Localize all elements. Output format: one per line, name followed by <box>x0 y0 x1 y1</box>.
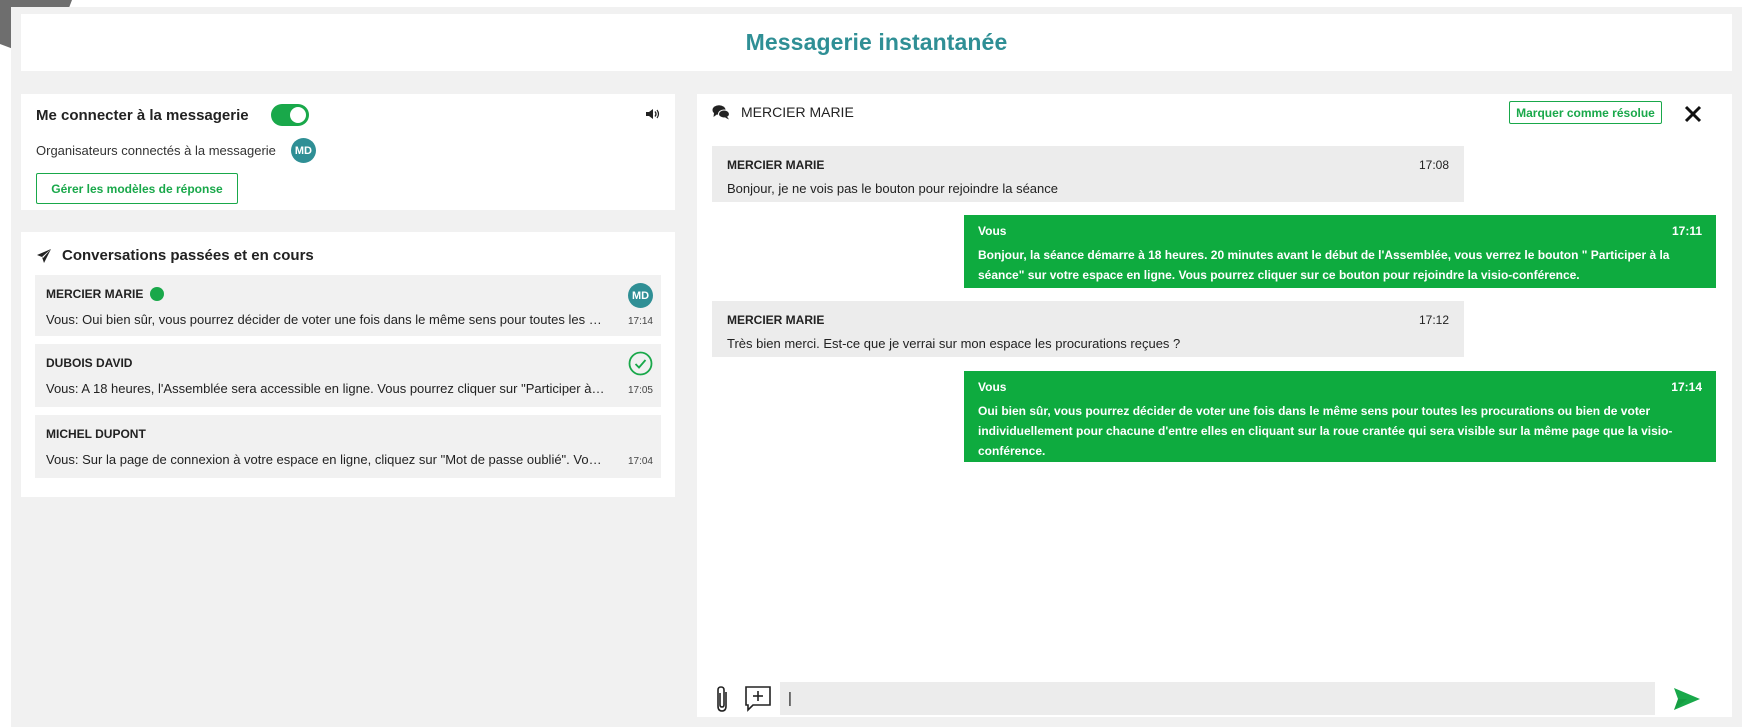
send-icon[interactable] <box>1673 685 1701 713</box>
assignee-avatar: MD <box>628 283 653 308</box>
conversations-header: Conversations passées et en cours <box>36 247 314 264</box>
conversation-time: 17:14 <box>627 316 653 327</box>
organizers-label: Organisateurs connectés à la messagerie <box>36 143 276 158</box>
connection-toggle-label: Me connecter à la messagerie <box>36 106 249 124</box>
message-header: Vous 17:11 <box>978 221 1702 241</box>
manage-templates-button[interactable]: Gérer les modèles de réponse <box>36 173 238 204</box>
page-title: Messagerie instantanée <box>745 29 1008 55</box>
message-text: Très bien merci. Est-ce que je verrai su… <box>727 336 1181 351</box>
chat-bubbles-icon <box>712 105 730 120</box>
message-composer <box>712 680 1717 717</box>
conversation-preview: Vous: Sur la page de connexion à votre e… <box>46 452 608 467</box>
message-incoming: MERCIER MARIE 17:12 Très bien merci. Est… <box>712 301 1464 357</box>
connection-toggle[interactable] <box>270 104 309 126</box>
conversations-panel: Conversations passées et en cours MERCIE… <box>21 232 675 497</box>
conversation-item-dubois-david[interactable]: DUBOIS DAVID Vous: A 18 heures, l'Assemb… <box>35 344 661 407</box>
resolved-check-icon <box>628 351 653 376</box>
conversation-name-row: MERCIER MARIE <box>46 287 165 301</box>
message-time: 17:08 <box>1418 158 1449 172</box>
conversation-name-row: DUBOIS DAVID <box>46 356 132 370</box>
organizer-avatar: MD <box>290 138 316 163</box>
message-text: Oui bien sûr, vous pourrez décider de vo… <box>978 404 1673 458</box>
message-input[interactable] <box>780 682 1655 715</box>
message-header: Vous 17:14 <box>978 377 1702 397</box>
message-time: 17:11 <box>1671 224 1702 238</box>
add-template-icon[interactable] <box>744 685 772 713</box>
title-bar: Messagerie instantanée <box>21 14 1732 71</box>
conversation-item-michel-dupont[interactable]: MICHEL DUPONT Vous: Sur la page de conne… <box>35 415 661 478</box>
message-sender: MERCIER MARIE <box>727 158 825 172</box>
conversation-item-mercier-marie[interactable]: MERCIER MARIE MD Vous: Oui bien sûr, vou… <box>35 275 661 336</box>
toggle-knob <box>289 107 306 123</box>
online-status-dot <box>150 287 165 301</box>
connection-panel: Me connecter à la messagerie Organisateu… <box>21 94 675 210</box>
message-sender: MERCIER MARIE <box>727 313 825 327</box>
mark-resolved-button[interactable]: Marquer comme résolue <box>1509 101 1662 124</box>
message-text: Bonjour, je ne vois pas le bouton pour r… <box>727 181 1058 196</box>
paper-plane-icon <box>37 248 51 263</box>
message-text: Bonjour, la séance démarre à 18 heures. … <box>978 248 1670 282</box>
app-background: Messagerie instantanée Me connecter à la… <box>11 7 1742 727</box>
conversations-title: Conversations passées et en cours <box>62 247 314 264</box>
message-header: MERCIER MARIE 17:12 <box>727 310 1449 330</box>
message-sender: Vous <box>978 380 1007 394</box>
conversation-preview: Vous: A 18 heures, l'Assemblée sera acce… <box>46 381 608 396</box>
message-sender: Vous <box>978 224 1007 238</box>
organizers-row: Organisateurs connectés à la messagerie … <box>36 138 316 163</box>
message-time: 17:12 <box>1418 313 1449 327</box>
message-outgoing: Vous 17:11 Bonjour, la séance démarre à … <box>964 215 1716 288</box>
conversation-name: MERCIER MARIE <box>46 287 144 301</box>
conversation-name: DUBOIS DAVID <box>46 356 133 370</box>
chat-panel: MERCIER MARIE Marquer comme résolue MERC… <box>697 94 1732 717</box>
conversation-preview: Vous: Oui bien sûr, vous pourrez décider… <box>46 312 608 327</box>
connection-toggle-row: Me connecter à la messagerie <box>36 104 309 126</box>
speaker-icon[interactable] <box>645 106 661 122</box>
conversation-time: 17:05 <box>627 385 653 396</box>
message-time: 17:14 <box>1671 380 1702 394</box>
chat-contact-name: MERCIER MARIE <box>741 104 854 120</box>
conversation-list: MERCIER MARIE MD Vous: Oui bien sûr, vou… <box>35 275 661 486</box>
conversation-time: 17:04 <box>627 456 653 467</box>
conversation-name-row: MICHEL DUPONT <box>46 427 146 441</box>
close-icon[interactable] <box>1682 103 1704 125</box>
chat-header: MERCIER MARIE <box>712 104 854 120</box>
message-header: MERCIER MARIE 17:08 <box>727 155 1449 175</box>
conversation-name: MICHEL DUPONT <box>46 427 146 441</box>
message-outgoing: Vous 17:14 Oui bien sûr, vous pourrez dé… <box>964 371 1716 462</box>
paperclip-icon[interactable] <box>712 684 734 714</box>
message-incoming: MERCIER MARIE 17:08 Bonjour, je ne vois … <box>712 146 1464 202</box>
